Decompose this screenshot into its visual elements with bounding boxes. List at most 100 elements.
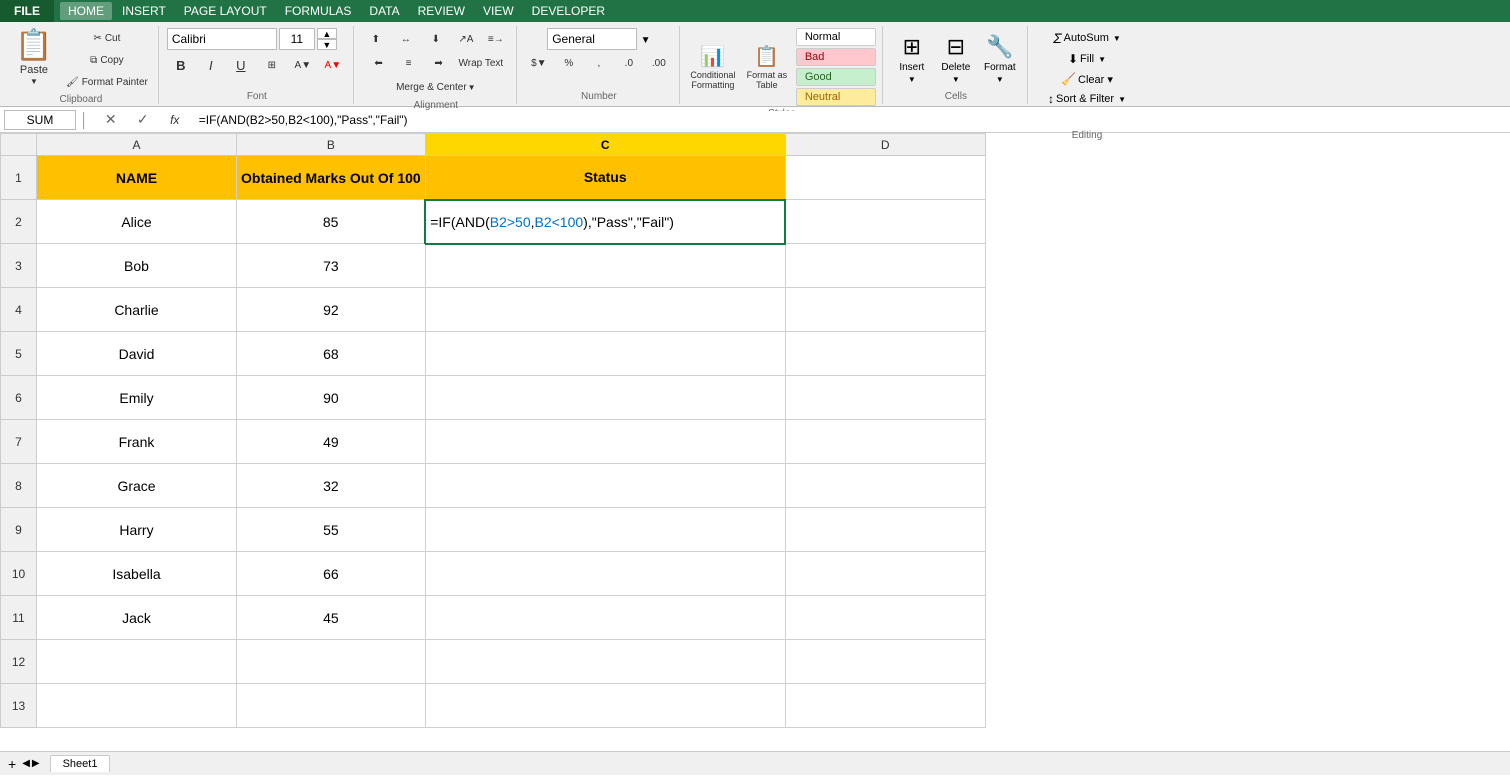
cell-C13[interactable] xyxy=(425,684,785,728)
row-header-12[interactable]: 12 xyxy=(1,640,37,684)
cell-D8[interactable] xyxy=(785,464,985,508)
cell-B4[interactable]: 92 xyxy=(237,288,426,332)
row-header-5[interactable]: 5 xyxy=(1,332,37,376)
merge-center-button[interactable]: Merge & Center ▼ xyxy=(392,76,480,98)
cell-B5[interactable]: 68 xyxy=(237,332,426,376)
cell-A10[interactable]: Isabella xyxy=(37,552,237,596)
menu-review[interactable]: REVIEW xyxy=(410,2,473,20)
font-size-decrease-button[interactable]: ▼ xyxy=(317,39,337,50)
good-style-button[interactable]: Good xyxy=(796,68,876,86)
clear-button[interactable]: 🧹 Clear ▾ xyxy=(1057,70,1117,88)
row-header-3[interactable]: 3 xyxy=(1,244,37,288)
underline-button[interactable]: U xyxy=(227,54,255,76)
italic-button[interactable]: I xyxy=(197,54,225,76)
cell-D11[interactable] xyxy=(785,596,985,640)
cell-B2[interactable]: 85 xyxy=(237,200,426,244)
cell-reference-box[interactable] xyxy=(4,110,76,130)
cell-A7[interactable]: Frank xyxy=(37,420,237,464)
number-format-input[interactable] xyxy=(547,28,637,50)
sort-filter-button[interactable]: ↕ Sort & Filter ▼ xyxy=(1044,90,1130,108)
menu-home[interactable]: HOME xyxy=(60,2,112,20)
font-size-increase-button[interactable]: ▲ xyxy=(317,28,337,39)
cell-B6[interactable]: 90 xyxy=(237,376,426,420)
cell-C9[interactable] xyxy=(425,508,785,552)
fill-button[interactable]: ⬇ Fill ▼ xyxy=(1064,50,1110,68)
cell-D12[interactable] xyxy=(785,640,985,684)
col-header-b[interactable]: B xyxy=(237,134,426,156)
border-button[interactable]: ⊞ xyxy=(257,54,287,76)
scroll-right-button[interactable]: ▶ xyxy=(32,758,40,769)
cell-A4[interactable]: Charlie xyxy=(37,288,237,332)
format-painter-button[interactable]: 🖌 Format Painter xyxy=(62,72,152,92)
cell-B10[interactable]: 66 xyxy=(237,552,426,596)
row-header-13[interactable]: 13 xyxy=(1,684,37,728)
cell-A1[interactable]: NAME xyxy=(37,156,237,200)
font-color-button[interactable]: A▼ xyxy=(319,54,347,76)
menu-insert[interactable]: INSERT xyxy=(114,2,174,20)
cell-D5[interactable] xyxy=(785,332,985,376)
row-header-6[interactable]: 6 xyxy=(1,376,37,420)
fill-color-button[interactable]: A▼ xyxy=(289,54,317,76)
autosum-button[interactable]: Σ AutoSum ▼ xyxy=(1049,28,1125,48)
align-center-button[interactable]: ≡ xyxy=(395,52,423,74)
row-header-7[interactable]: 7 xyxy=(1,420,37,464)
row-header-2[interactable]: 2 xyxy=(1,200,37,244)
cell-A9[interactable]: Harry xyxy=(37,508,237,552)
menu-developer[interactable]: DEVELOPER xyxy=(524,2,613,20)
cell-C12[interactable] xyxy=(425,640,785,684)
menu-data[interactable]: DATA xyxy=(361,2,407,20)
cell-A6[interactable]: Emily xyxy=(37,376,237,420)
font-name-input[interactable] xyxy=(167,28,277,50)
col-header-a[interactable]: A xyxy=(37,134,237,156)
font-size-input[interactable] xyxy=(279,28,315,50)
cell-C4[interactable] xyxy=(425,288,785,332)
menu-page-layout[interactable]: PAGE LAYOUT xyxy=(176,2,275,20)
cell-D7[interactable] xyxy=(785,420,985,464)
cell-B3[interactable]: 73 xyxy=(237,244,426,288)
align-top-button[interactable]: ⬆ xyxy=(362,28,390,50)
neutral-style-button[interactable]: Neutral xyxy=(796,88,876,106)
format-cells-button[interactable]: 🔧 Format ▼ xyxy=(979,31,1021,86)
cell-C8[interactable] xyxy=(425,464,785,508)
insert-function-button[interactable]: fx xyxy=(161,111,189,129)
cell-D3[interactable] xyxy=(785,244,985,288)
normal-style-button[interactable]: Normal xyxy=(796,28,876,46)
cell-A2[interactable]: Alice xyxy=(37,200,237,244)
cell-A13[interactable] xyxy=(37,684,237,728)
row-header-9[interactable]: 9 xyxy=(1,508,37,552)
row-header-8[interactable]: 8 xyxy=(1,464,37,508)
cell-C6[interactable] xyxy=(425,376,785,420)
cut-button[interactable]: ✂ Cut xyxy=(62,28,152,48)
copy-button[interactable]: ⧉ Copy xyxy=(62,50,152,70)
cell-A11[interactable]: Jack xyxy=(37,596,237,640)
cell-A3[interactable]: Bob xyxy=(37,244,237,288)
bad-style-button[interactable]: Bad xyxy=(796,48,876,66)
align-bottom-button[interactable]: ⬇ xyxy=(422,28,450,50)
cell-C7[interactable] xyxy=(425,420,785,464)
percent-button[interactable]: % xyxy=(555,52,583,74)
cell-C10[interactable] xyxy=(425,552,785,596)
row-header-1[interactable]: 1 xyxy=(1,156,37,200)
row-header-10[interactable]: 10 xyxy=(1,552,37,596)
cell-D13[interactable] xyxy=(785,684,985,728)
decrease-decimal-button[interactable]: .0 xyxy=(615,52,643,74)
menu-view[interactable]: VIEW xyxy=(475,2,522,20)
cell-B13[interactable] xyxy=(237,684,426,728)
rotate-text-button[interactable]: ↗A xyxy=(452,28,480,50)
cell-B12[interactable] xyxy=(237,640,426,684)
cell-D9[interactable] xyxy=(785,508,985,552)
cell-B8[interactable]: 32 xyxy=(237,464,426,508)
cell-A12[interactable] xyxy=(37,640,237,684)
cell-C2[interactable]: =IF(AND(B2>50,B2<100),"Pass","Fail") xyxy=(425,200,785,244)
sheet-tab-sheet1[interactable]: Sheet1 xyxy=(50,755,111,772)
col-header-c[interactable]: C xyxy=(425,134,785,156)
cell-A8[interactable]: Grace xyxy=(37,464,237,508)
cell-A5[interactable]: David xyxy=(37,332,237,376)
align-middle-button[interactable]: ↔ xyxy=(392,28,420,50)
wrap-text-button[interactable]: Wrap Text xyxy=(455,52,508,74)
cell-C11[interactable] xyxy=(425,596,785,640)
col-header-d[interactable]: D xyxy=(785,134,985,156)
align-left-button[interactable]: ⬅ xyxy=(365,52,393,74)
add-sheet-button[interactable]: + xyxy=(4,756,20,772)
cell-C5[interactable] xyxy=(425,332,785,376)
